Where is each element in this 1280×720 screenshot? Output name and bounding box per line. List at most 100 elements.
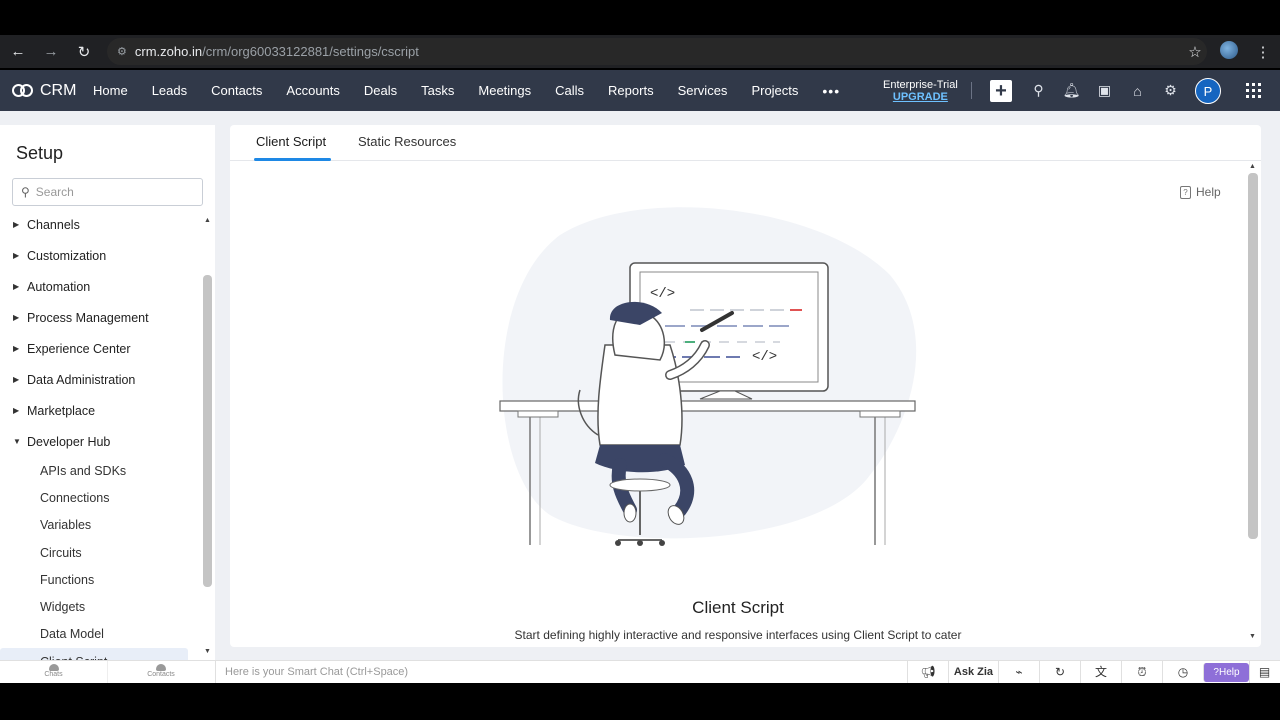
megaphone-icon[interactable]: 📢︎ <box>907 661 948 684</box>
caret-right-icon: ▶ <box>13 251 20 260</box>
upgrade-link[interactable]: UPGRADE <box>883 91 958 103</box>
desk-bracket <box>859 410 901 418</box>
bookmark-star-icon[interactable]: ☆ <box>1178 43 1212 61</box>
person-body <box>597 344 683 446</box>
tab-static-resources[interactable]: Static Resources <box>358 134 456 149</box>
reload-icon[interactable]: ↻ <box>69 37 99 67</box>
profile-icon[interactable] <box>1212 40 1246 63</box>
sidebar-item-marketplace[interactable]: ▶ Marketplace <box>0 395 200 426</box>
more-tabs-button[interactable]: ••• <box>822 83 840 99</box>
sidebar-item-process-management[interactable]: ▶ Process Management <box>0 302 200 333</box>
url-host: crm.zoho.in <box>134 44 203 59</box>
chair-wheel <box>637 540 643 546</box>
search-input[interactable]: ⚲ Search <box>12 178 203 206</box>
calendar-icon[interactable]: ▣ <box>1088 82 1121 99</box>
crm-logo[interactable]: CRM <box>12 82 82 100</box>
tab-client-script[interactable]: Client Script <box>256 134 326 149</box>
translate-icon[interactable]: 文 <box>1080 661 1121 684</box>
tab-tasks[interactable]: Tasks <box>421 83 454 99</box>
bell-icon[interactable]: 🔔︎ <box>1055 82 1088 99</box>
sidebar-item-experience-center[interactable]: ▶ Experience Center <box>0 333 200 364</box>
contacts-button[interactable]: Contacts <box>107 661 214 684</box>
sidebar-item-channels[interactable]: ▶ Channels <box>0 209 200 240</box>
forward-icon[interactable]: → <box>36 37 66 67</box>
caret-right-icon: ▶ <box>13 282 20 291</box>
refresh-note-icon[interactable]: ↻ <box>1039 661 1080 684</box>
scroll-down-arrow[interactable]: ▼ <box>1249 633 1256 640</box>
tab-services[interactable]: Services <box>678 83 728 99</box>
divider <box>215 661 216 684</box>
site-settings-icon[interactable]: ⚙ <box>117 45 127 58</box>
plan-label: Enterprise-Trial <box>883 79 958 91</box>
back-icon[interactable]: ← <box>3 37 33 67</box>
person-icon <box>156 664 166 671</box>
tab-projects[interactable]: Projects <box>751 83 798 99</box>
setup-menu: ▶ Channels ▶ Customization ▶ Automation ▶ Pr… <box>0 209 200 676</box>
signal-icon[interactable]: ⌁ <box>998 661 1039 684</box>
sidebar-subitem-connections[interactable]: Connections <box>0 484 200 511</box>
main-scrollbar[interactable] <box>1248 173 1258 539</box>
tab-meetings[interactable]: Meetings <box>478 83 531 99</box>
client-script-illustration: </> </> <box>499 207 917 546</box>
search-placeholder: Search <box>35 185 74 199</box>
sidebar-subitem-circuits[interactable]: Circuits <box>0 539 200 566</box>
sidebar-subitem-data-model[interactable]: Data Model <box>0 621 200 648</box>
main-panel: Client Script Static Resources ? Help </… <box>230 125 1261 647</box>
empty-state-title: Client Script <box>692 598 784 617</box>
app-grid-icon[interactable] <box>1246 83 1261 98</box>
empty-state-description: Start defining highly interactive and re… <box>514 628 962 642</box>
module-tabs: Home Leads Contacts Accounts Deals Tasks… <box>93 83 864 99</box>
tab-contacts[interactable]: Contacts <box>211 83 262 99</box>
history-icon[interactable]: ◷ <box>1162 661 1203 684</box>
code-tag-bottom: </> <box>752 349 777 365</box>
sidebar-item-customization[interactable]: ▶ Customization <box>0 240 200 271</box>
sidebar-subitem-widgets[interactable]: Widgets <box>0 593 200 620</box>
scroll-down-arrow[interactable]: ▼ <box>204 648 211 655</box>
browser-menu-icon[interactable]: ⋮ <box>1246 43 1280 61</box>
sidebar-item-developer-hub[interactable]: ▼ Developer Hub <box>0 426 200 457</box>
marketplace-icon[interactable]: ⌂ <box>1121 83 1154 99</box>
sidebar-scrollbar[interactable] <box>203 275 212 587</box>
sidebar-item-data-administration[interactable]: ▶ Data Administration <box>0 364 200 395</box>
page-title: Setup <box>16 143 64 163</box>
ask-zia-button[interactable]: Ask Zia <box>948 661 998 684</box>
url-path: /crm/org60033122881/settings/cscript <box>202 44 419 59</box>
caret-down-icon: ▼ <box>13 437 21 446</box>
help-button[interactable]: ?Help <box>1203 663 1249 682</box>
chair-seat <box>609 478 671 492</box>
gear-icon[interactable]: ⚙ <box>1154 82 1187 99</box>
help-link[interactable]: ? Help <box>1180 185 1221 199</box>
letterbox-bottom <box>0 683 1280 720</box>
app-body: Setup ⚲ Search ▶ Channels ▶ Customization … <box>0 111 1280 676</box>
create-plus-icon[interactable]: + <box>990 79 1012 102</box>
smart-chat-input[interactable]: Here is your Smart Chat (Ctrl+Space) <box>225 666 408 678</box>
search-icon: ⚲ <box>21 185 30 199</box>
chats-button[interactable]: Chats <box>0 661 107 684</box>
avatar[interactable]: P <box>1195 77 1221 104</box>
search-icon[interactable]: ⚲ <box>1022 82 1055 99</box>
scroll-up-arrow[interactable]: ▲ <box>1249 163 1256 170</box>
sidebar-subitem-apis-and-sdks[interactable]: APIs and SDKs <box>0 457 200 484</box>
screen: ← → ↻ ⚙ crm.zoho.in/crm/org60033122881/s… <box>0 0 1280 720</box>
address-bar[interactable]: ⚙ crm.zoho.in/crm/org60033122881/setting… <box>107 38 1207 65</box>
code-tag-top: </> <box>650 286 675 302</box>
bottom-tools: 📢︎ Ask Zia ⌁ ↻ 文 ⏰︎ ◷ ?Help ▤ <box>907 661 1279 684</box>
tab-calls[interactable]: Calls <box>555 83 584 99</box>
tab-leads[interactable]: Leads <box>152 83 187 99</box>
tab-deals[interactable]: Deals <box>364 83 397 99</box>
tab-reports[interactable]: Reports <box>608 83 654 99</box>
sidebar-item-automation[interactable]: ▶ Automation <box>0 271 200 302</box>
alarm-clock-icon[interactable]: ⏰︎ <box>1121 661 1162 684</box>
feedback-icon[interactable]: ▤ <box>1249 661 1279 684</box>
tab-accounts[interactable]: Accounts <box>286 83 339 99</box>
nav-divider <box>971 82 972 99</box>
sidebar-subitem-functions[interactable]: Functions <box>0 566 200 593</box>
chat-bubble-icon <box>48 664 59 671</box>
sidebar-subitem-variables[interactable]: Variables <box>0 512 200 539</box>
tab-home[interactable]: Home <box>93 83 128 99</box>
nav-icons: + ⚲ 🔔︎ ▣ ⌂ ⚙ P <box>990 70 1221 111</box>
browser-actions: ☆ ⋮ <box>1178 35 1280 68</box>
chair-wheel <box>615 540 621 546</box>
caret-right-icon: ▶ <box>13 406 20 415</box>
scroll-up-arrow[interactable]: ▲ <box>204 217 211 224</box>
